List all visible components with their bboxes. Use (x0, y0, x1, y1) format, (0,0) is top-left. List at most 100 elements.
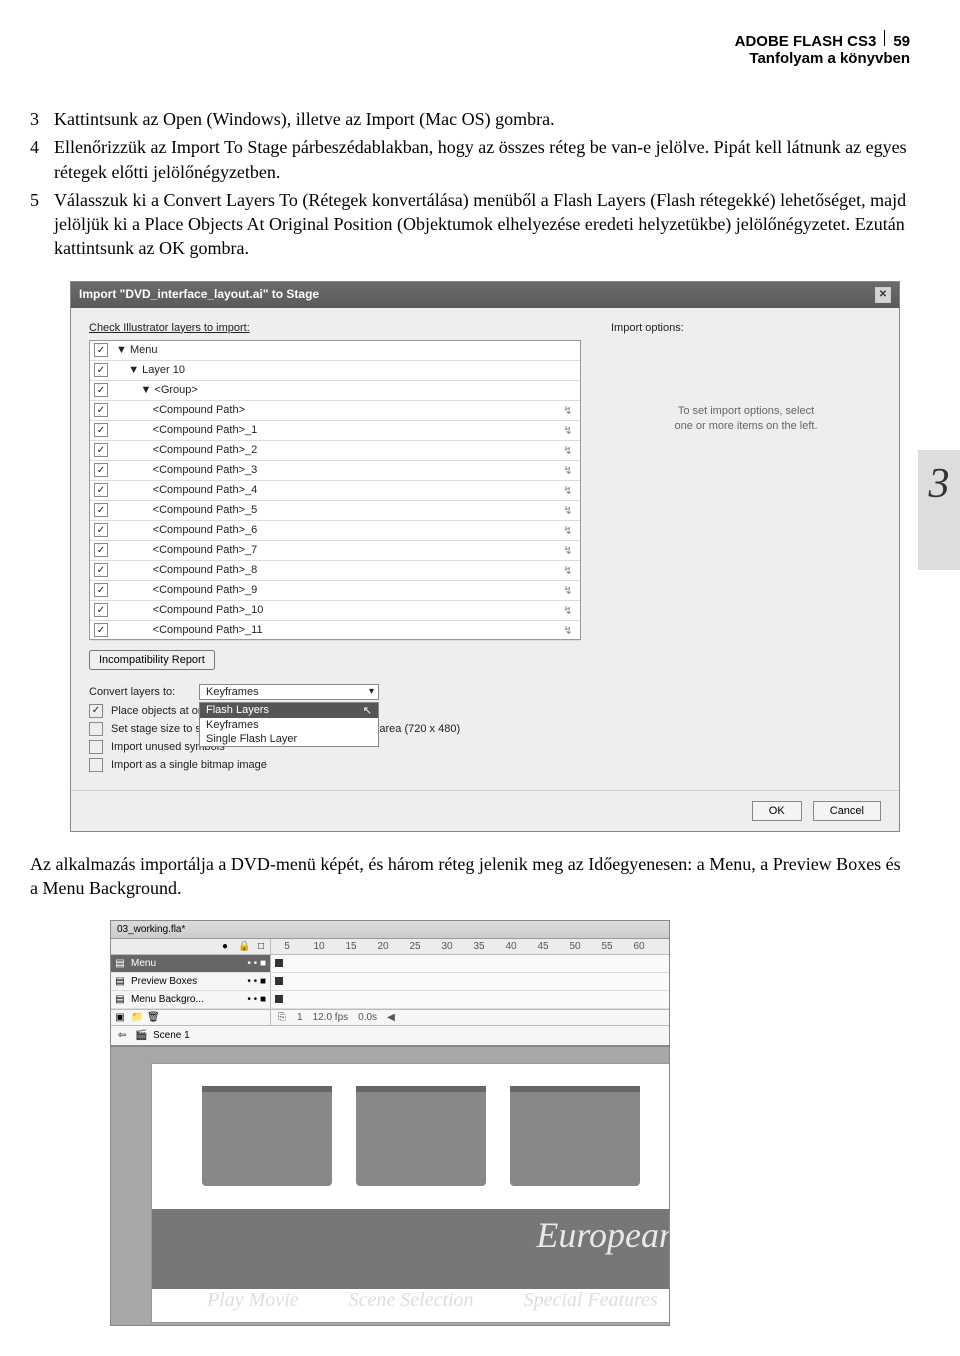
timeline-layer-row[interactable]: ▤Menu• • ■ (111, 955, 669, 973)
scene-name[interactable]: Scene 1 (153, 1030, 190, 1041)
timeline-frames[interactable] (271, 955, 669, 972)
layer-row[interactable]: ✓ <Compound Path>_7↯ (90, 541, 580, 561)
import-bitmap-checkbox[interactable] (89, 758, 103, 772)
layer-row[interactable]: ✓ <Compound Path>_4↯ (90, 481, 580, 501)
timeline-layer-name[interactable]: ▤Preview Boxes• • ■ (111, 973, 271, 990)
layer-label: ▼ Layer 10 (116, 364, 560, 376)
dropdown-item-single-flash-layer[interactable]: Single Flash Layer (200, 732, 378, 746)
layer-row[interactable]: ✓ <Compound Path>_9↯ (90, 581, 580, 601)
layer-row[interactable]: ✓ <Compound Path>_10↯ (90, 601, 580, 621)
layers-list[interactable]: ✓▼ Menu✓ ▼ Layer 10✓ ▼ <Group>✓ <Compoun… (89, 340, 581, 640)
convert-layers-menu[interactable]: Flash Layers↖ Keyframes Single Flash Lay… (199, 702, 379, 747)
keyframe[interactable] (275, 995, 283, 1003)
dropdown-item-keyframes[interactable]: Keyframes (200, 718, 378, 732)
layer-checkbox[interactable]: ✓ (94, 463, 108, 477)
scene-back-icon[interactable]: ⇦ (117, 1030, 127, 1041)
incompatibility-report-button[interactable]: Incompatibility Report (89, 650, 215, 670)
layer-label: <Compound Path>_2 (116, 444, 560, 456)
scene-icon: 🎬 (135, 1030, 145, 1041)
layer-checkbox[interactable]: ✓ (94, 343, 108, 357)
keyframe[interactable] (275, 977, 283, 985)
ruler-tick: 55 (591, 941, 623, 952)
header-title: ADOBE FLASH CS3 (735, 33, 877, 50)
import-bitmap-label: Import as a single bitmap image (111, 759, 267, 771)
layer-label: <Compound Path>_11 (116, 624, 560, 636)
ok-button[interactable]: OK (752, 801, 802, 821)
layer-label: <Compound Path>_9 (116, 584, 560, 596)
layer-row[interactable]: ✓▼ Menu (90, 341, 580, 361)
convert-layers-dropdown[interactable]: Keyframes Flash Layers↖ Keyframes Single… (199, 684, 379, 700)
new-folder-icon[interactable]: 📁 (131, 1012, 141, 1023)
header-page-number: 59 (893, 33, 910, 50)
layer-type-icon: ↯ (560, 524, 576, 537)
layer-row[interactable]: ✓ <Compound Path>↯ (90, 401, 580, 421)
timeline-file-tab[interactable]: 03_working.fla* (111, 921, 669, 939)
layer-row[interactable]: ✓ <Compound Path>_8↯ (90, 561, 580, 581)
nav-scene-selection: Scene Selection (349, 1289, 474, 1312)
layer-row[interactable]: ✓ <Compound Path>_1↯ (90, 421, 580, 441)
layer-label: <Compound Path>_7 (116, 544, 560, 556)
layer-row[interactable]: ✓ <Compound Path>_6↯ (90, 521, 580, 541)
current-frame: 1 (297, 1012, 303, 1023)
dialog-title: Import "DVD_interface_layout.ai" to Stag… (79, 287, 319, 303)
timeline-ruler[interactable]: 51015202530354045505560 (271, 939, 669, 954)
eye-icon[interactable]: ● (220, 941, 230, 952)
layer-row[interactable]: ✓ <Compound Path>_11↯ (90, 621, 580, 641)
layer-type-icon: ↯ (560, 424, 576, 437)
timeline-frames[interactable] (271, 973, 669, 990)
onion-skin-icon[interactable]: ⎘ (277, 1012, 287, 1023)
layer-label: <Compound Path>_4 (116, 484, 560, 496)
layer-checkbox[interactable]: ✓ (94, 543, 108, 557)
cancel-button[interactable]: Cancel (813, 801, 881, 821)
stage-area[interactable]: European Ho Play Movie Scene Selection S… (110, 1046, 670, 1326)
layer-checkbox[interactable]: ✓ (94, 523, 108, 537)
ruler-tick: 15 (335, 941, 367, 952)
layer-type-icon: ↯ (560, 584, 576, 597)
layer-checkbox[interactable]: ✓ (94, 563, 108, 577)
layer-checkbox[interactable]: ✓ (94, 423, 108, 437)
timeline-layer-row[interactable]: ▤Preview Boxes• • ■ (111, 973, 669, 991)
layer-row[interactable]: ✓ ▼ <Group> (90, 381, 580, 401)
import-unused-checkbox[interactable] (89, 740, 103, 754)
place-objects-checkbox[interactable]: ✓ (89, 704, 103, 718)
layer-type-icon: ↯ (560, 404, 576, 417)
timeline-layer-name[interactable]: ▤Menu Backgro...• • ■ (111, 991, 271, 1008)
timeline-layer-name[interactable]: ▤Menu• • ■ (111, 955, 271, 972)
timeline-frames[interactable] (271, 991, 669, 1008)
layer-label: <Compound Path>_5 (116, 504, 560, 516)
layer-row[interactable]: ✓ <Compound Path>_5↯ (90, 501, 580, 521)
layers-list-label: Check Illustrator layers to import: (89, 322, 581, 334)
layer-checkbox[interactable]: ✓ (94, 443, 108, 457)
close-icon[interactable]: ✕ (875, 287, 891, 303)
layer-checkbox[interactable]: ✓ (94, 483, 108, 497)
layer-checkbox[interactable]: ✓ (94, 383, 108, 397)
layer-checkbox[interactable]: ✓ (94, 603, 108, 617)
scroll-left-icon[interactable]: ◀ (387, 1012, 395, 1023)
layer-checkbox[interactable]: ✓ (94, 403, 108, 417)
dropdown-item-flash-layers[interactable]: Flash Layers↖ (200, 703, 378, 718)
set-stage-size-checkbox[interactable] (89, 722, 103, 736)
ruler-tick: 40 (495, 941, 527, 952)
layer-row[interactable]: ✓ <Compound Path>_2↯ (90, 441, 580, 461)
layer-type-icon: ↯ (560, 484, 576, 497)
layer-checkbox[interactable]: ✓ (94, 623, 108, 637)
ruler-tick: 20 (367, 941, 399, 952)
lock-icon[interactable]: 🔒 (238, 941, 248, 952)
layer-label: <Compound Path> (116, 404, 560, 416)
layer-checkbox[interactable]: ✓ (94, 503, 108, 517)
layer-row[interactable]: ✓ ▼ Layer 10 (90, 361, 580, 381)
delete-layer-icon[interactable]: 🗑 (147, 1012, 157, 1023)
ruler-tick: 5 (271, 941, 303, 952)
keyframe[interactable] (275, 959, 283, 967)
dialog-titlebar[interactable]: Import "DVD_interface_layout.ai" to Stag… (71, 282, 899, 308)
instruction-steps: 3Kattintsunk az Open (Windows), illetve … (30, 107, 910, 261)
nav-play-movie: Play Movie (207, 1289, 299, 1312)
layer-type-icon: ↯ (560, 604, 576, 617)
new-layer-icon[interactable]: ▣ (115, 1012, 125, 1023)
layer-row[interactable]: ✓ <Compound Path>_3↯ (90, 461, 580, 481)
ruler-tick: 50 (559, 941, 591, 952)
layer-checkbox[interactable]: ✓ (94, 583, 108, 597)
outline-icon[interactable]: □ (256, 941, 266, 952)
layer-checkbox[interactable]: ✓ (94, 363, 108, 377)
timeline-layer-row[interactable]: ▤Menu Backgro...• • ■ (111, 991, 669, 1009)
